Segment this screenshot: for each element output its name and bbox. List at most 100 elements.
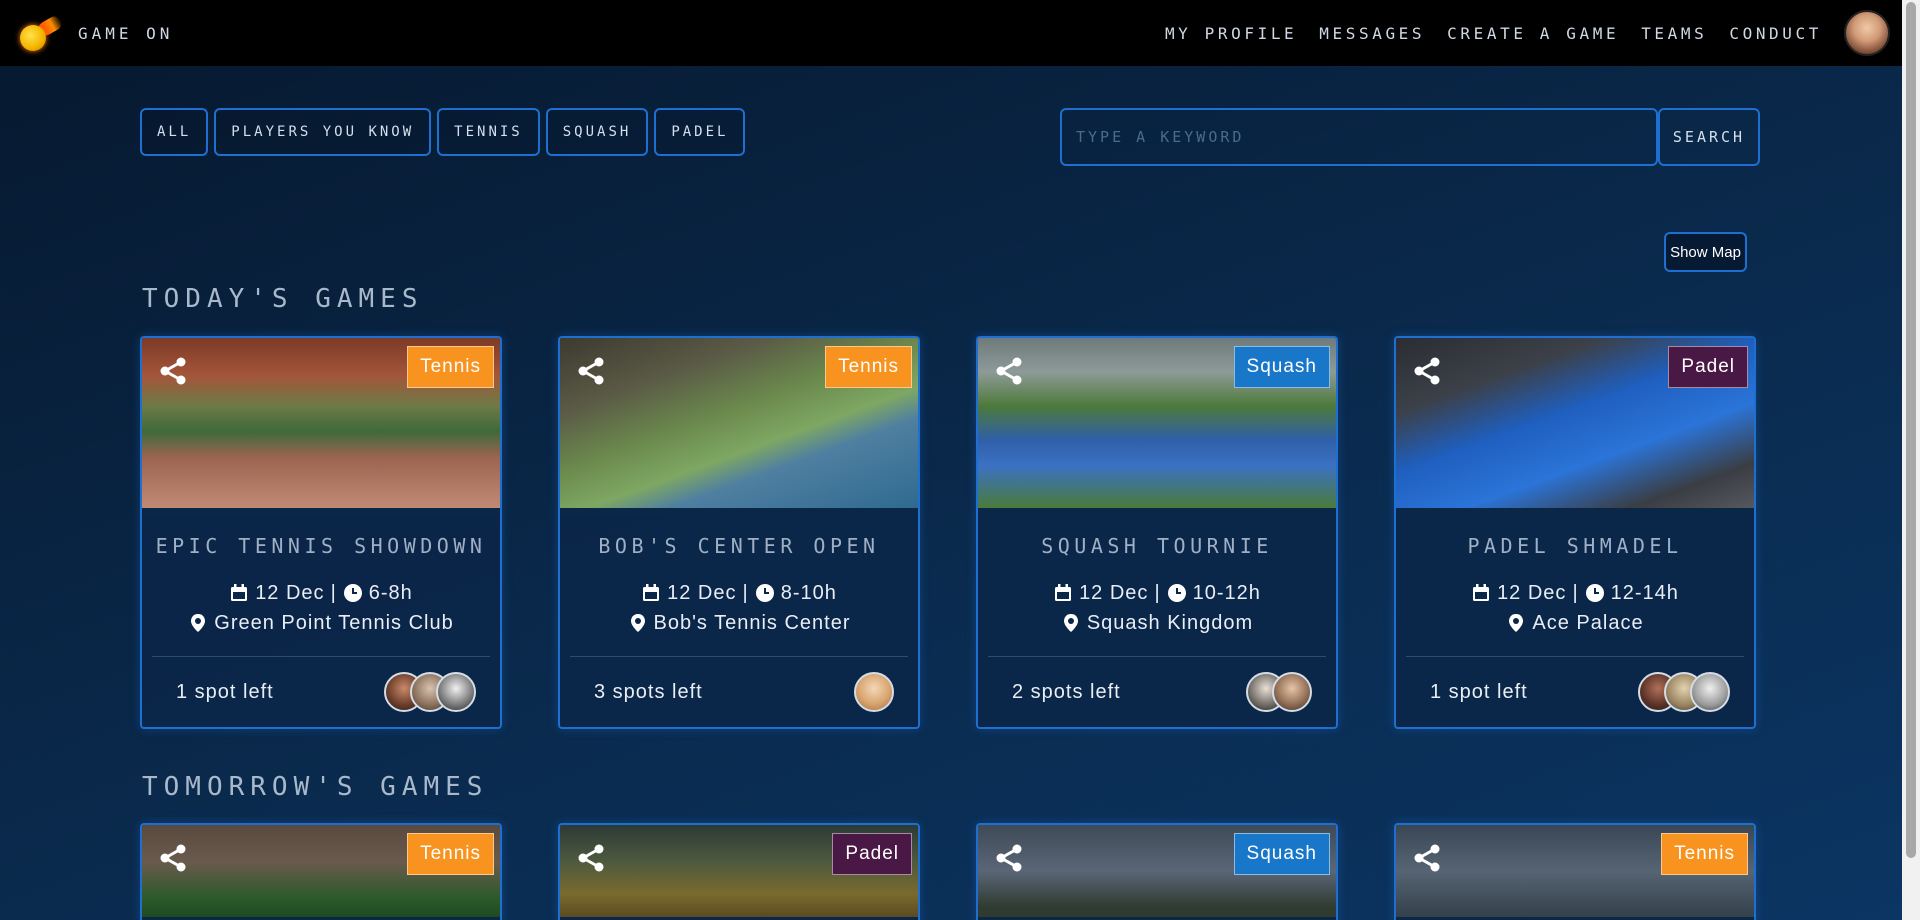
court-image: Tennis [560,338,918,516]
show-map-button[interactable]: Show Map [1664,232,1747,272]
game-time: 10-12h [1192,581,1261,604]
clock-icon [1167,584,1186,602]
spots-left: 3 spots left [594,680,703,703]
avatar[interactable] [854,672,894,712]
avatar[interactable] [436,672,476,712]
avatar[interactable] [1272,672,1312,712]
game-date: 12 Dec [255,581,325,604]
game-time: 12-14h [1610,581,1679,604]
game-card[interactable]: Tennis BOB'S CENTER OPEN 12 Dec | 8-10h … [558,336,920,729]
share-icon[interactable] [1412,843,1442,873]
avatar[interactable] [1690,672,1730,712]
sport-badge: Tennis [825,346,912,388]
search-input[interactable] [1060,108,1658,166]
game-card[interactable]: Tennis [1394,823,1756,920]
clock-icon [343,584,362,602]
share-icon[interactable] [576,356,606,386]
fireball-logo-icon [16,13,64,53]
game-date: 12 Dec [1497,581,1567,604]
tomorrow-games-row: Tennis Padel Squash Tennis [140,823,1756,920]
share-icon[interactable] [158,356,188,386]
court-image: Squash [978,338,1336,516]
sport-badge: Tennis [1661,833,1748,875]
filter-tennis[interactable]: TENNIS [437,108,540,156]
sport-badge: Tennis [407,346,494,388]
filter-padel[interactable]: PADEL [654,108,746,156]
court-image: Squash [978,825,1336,920]
calendar-icon [231,584,248,601]
nav-my-profile[interactable]: MY PROFILE [1165,24,1297,43]
game-title: PADEL SHMADEL [1467,534,1683,558]
share-icon[interactable] [158,843,188,873]
game-date: 12 Dec [667,581,737,604]
nav-create-game[interactable]: CREATE A GAME [1447,24,1619,43]
meta-separator: | [1572,581,1579,604]
nav-teams[interactable]: TEAMS [1641,24,1707,43]
location-pin-icon [1509,614,1524,632]
section-title-today: TODAY'S GAMES [142,284,424,314]
nav-links: MY PROFILE MESSAGES CREATE A GAME TEAMS … [1143,10,1902,56]
sport-badge: Squash [1233,346,1330,388]
clock-icon [755,584,774,602]
player-avatars [384,672,476,712]
meta-separator: | [1154,581,1161,604]
filter-all[interactable]: ALL [140,108,209,156]
search-bar: SEARCH [1060,108,1760,166]
game-location: Ace Palace [1532,611,1644,634]
nav-messages[interactable]: MESSAGES [1319,24,1425,43]
filter-players-you-know[interactable]: PLAYERS YOU KNOW [214,108,432,156]
meta-separator: | [742,581,749,604]
game-time: 6-8h [368,581,413,604]
spots-left: 1 spot left [1430,680,1528,703]
share-icon[interactable] [994,356,1024,386]
court-image: Tennis [142,825,500,920]
player-avatars [854,672,894,712]
game-card[interactable]: Tennis [140,823,502,920]
player-avatars [1638,672,1730,712]
meta-separator: | [330,581,337,604]
game-title: SQUASH TOURNIE [1041,534,1273,558]
section-title-tomorrow: TOMORROW'S GAMES [142,772,489,802]
brand[interactable]: GAME ON [16,13,173,53]
game-card[interactable]: Squash [976,823,1338,920]
game-location: Squash Kingdom [1086,611,1254,634]
court-image: Padel [560,825,918,920]
game-card[interactable]: Tennis EPIC TENNIS SHOWDOWN 12 Dec | 6-8… [140,336,502,729]
game-date: 12 Dec [1079,581,1149,604]
court-image: Padel [1396,338,1754,516]
location-pin-icon [1063,614,1078,632]
game-title: EPIC TENNIS SHOWDOWN [155,534,487,558]
clock-icon [1585,584,1604,602]
court-image: Tennis [142,338,500,516]
sport-badge: Squash [1233,833,1330,875]
location-pin-icon [630,614,645,632]
nav-conduct[interactable]: CONDUCT [1729,24,1822,43]
share-icon[interactable] [576,843,606,873]
share-icon[interactable] [1412,356,1442,386]
share-icon[interactable] [994,843,1024,873]
user-avatar[interactable] [1844,10,1890,56]
game-card[interactable]: Padel PADEL SHMADEL 12 Dec | 12-14h Ace … [1394,336,1756,729]
top-navbar: GAME ON MY PROFILE MESSAGES CREATE A GAM… [0,0,1902,66]
search-button[interactable]: SEARCH [1658,108,1760,166]
player-avatars [1246,672,1312,712]
game-card[interactable]: Padel [558,823,920,920]
scrollbar-thumb[interactable] [1906,2,1916,858]
game-time: 8-10h [780,581,837,604]
sport-badge: Padel [832,833,912,875]
today-games-row: Tennis EPIC TENNIS SHOWDOWN 12 Dec | 6-8… [140,336,1756,729]
sport-badge: Tennis [407,833,494,875]
brand-name: GAME ON [78,23,174,43]
sport-badge: Padel [1668,346,1748,388]
game-title: BOB'S CENTER OPEN [598,534,880,558]
filter-bar: ALL PLAYERS YOU KNOW TENNIS SQUASH PADEL [140,108,746,156]
filter-squash[interactable]: SQUASH [545,108,649,156]
calendar-icon [1473,584,1490,601]
game-location: Bob's Tennis Center [653,611,851,634]
spots-left: 2 spots left [1012,680,1121,703]
game-card[interactable]: Squash SQUASH TOURNIE 12 Dec | 10-12h Sq… [976,336,1338,729]
page-scrollbar[interactable] [1902,0,1920,920]
location-pin-icon [191,614,206,632]
calendar-icon [643,584,660,601]
spots-left: 1 spot left [176,680,274,703]
